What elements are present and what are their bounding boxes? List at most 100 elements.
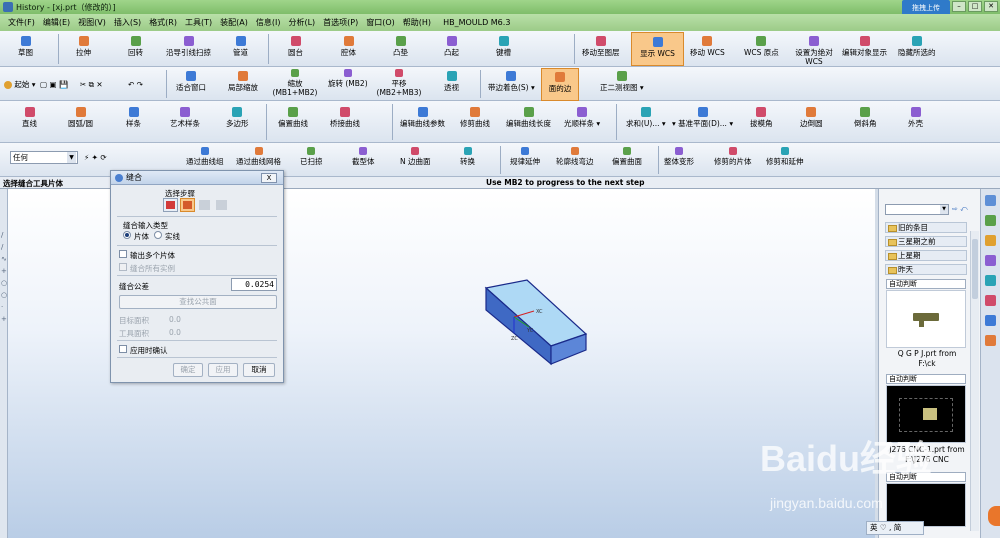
- edit-curve-params-button[interactable]: 编辑曲线参数: [400, 107, 445, 128]
- step-target-sheet-icon[interactable]: [163, 198, 178, 212]
- pad-button[interactable]: 凸垫: [393, 36, 408, 57]
- trimmed-sheet-button[interactable]: 修剪的片体: [714, 147, 752, 166]
- shell-button[interactable]: 外壳: [908, 107, 923, 128]
- step-tool-sheet-icon[interactable]: [180, 198, 195, 212]
- trim-extend-button[interactable]: 修剪和延伸: [766, 147, 804, 166]
- process-studio-icon[interactable]: [985, 335, 996, 346]
- apply-button[interactable]: 应用: [208, 363, 238, 377]
- menu-info[interactable]: 信息(I): [252, 17, 285, 28]
- selection-filter-dropdown[interactable]: 任何 ▼: [10, 151, 78, 164]
- menu-preferences[interactable]: 首选项(P): [319, 17, 362, 28]
- folder-three-weeks-ago[interactable]: 三星期之前: [885, 236, 967, 247]
- convert-button[interactable]: 转换: [460, 147, 475, 166]
- minimize-button[interactable]: –: [952, 1, 966, 12]
- bridge-curve-button[interactable]: 桥接曲线: [330, 107, 360, 128]
- menu-help[interactable]: 帮助(H): [399, 17, 435, 28]
- folder-last-week[interactable]: 上星期: [885, 250, 967, 261]
- spline-button[interactable]: 样条: [126, 107, 141, 128]
- close-button[interactable]: ✕: [984, 1, 998, 12]
- menu-window[interactable]: 窗口(O): [362, 17, 399, 28]
- pan-button[interactable]: 平移 (MB2+MB3): [376, 69, 422, 97]
- history-icon[interactable]: [985, 275, 996, 286]
- menu-file[interactable]: 文件(F): [4, 17, 39, 28]
- through-curves-button[interactable]: 通过曲线组: [186, 147, 224, 166]
- thumb-2-mode[interactable]: 自动判断: [886, 374, 966, 384]
- menu-assembly[interactable]: 装配(A): [216, 17, 252, 28]
- global-shaping-button[interactable]: 整体变形: [664, 147, 694, 166]
- section-body-button[interactable]: 截型体: [352, 147, 375, 166]
- zoom-area-button[interactable]: 局部缩放: [228, 71, 258, 92]
- set-absolute-wcs-button[interactable]: 设置为绝对WCS: [790, 36, 838, 66]
- system-materials-icon[interactable]: [985, 295, 996, 306]
- edit-curve-length-button[interactable]: 编辑曲线长度: [506, 107, 551, 128]
- reuse-library-icon[interactable]: [985, 235, 996, 246]
- studio-spline-button[interactable]: 艺术样条: [170, 107, 200, 128]
- ok-button[interactable]: 确定: [173, 363, 203, 377]
- wcs-origin-button[interactable]: WCS 原点: [744, 36, 779, 57]
- sweep-along-guide-button[interactable]: 沿导引线扫掠: [166, 36, 211, 57]
- radio-solid[interactable]: [154, 231, 162, 239]
- offset-surface-button[interactable]: 偏置曲面: [612, 147, 642, 166]
- assembly-navigator-icon[interactable]: [985, 195, 996, 206]
- zoom-button[interactable]: 缩放 (MB1+MB2): [272, 69, 318, 97]
- clipboard-icons[interactable]: ✂ ⧉ ✕: [80, 80, 103, 89]
- pocket-button[interactable]: 腔体: [341, 36, 356, 57]
- edge-blend-button[interactable]: 边倒圆: [800, 107, 823, 128]
- new-file-icon[interactable]: ▢ ▣ 💾: [40, 80, 68, 89]
- unite-button[interactable]: 求和(U)... ▾: [626, 107, 666, 128]
- show-wcs-button[interactable]: 显示 WCS: [631, 32, 684, 66]
- undo-icon[interactable]: ↶ ↷: [128, 80, 143, 89]
- edit-object-display-button[interactable]: 编辑对象显示: [842, 36, 887, 57]
- radio-sheet[interactable]: [123, 231, 131, 239]
- line-button[interactable]: 直线: [22, 107, 37, 128]
- law-extension-button[interactable]: 规律延伸: [510, 147, 540, 166]
- web-browser-icon[interactable]: [985, 255, 996, 266]
- boss-button[interactable]: 圆台: [288, 36, 303, 57]
- menu-edit[interactable]: 编辑(E): [39, 17, 74, 28]
- output-multiple-sheets-checkbox[interactable]: [119, 250, 127, 258]
- hide-selected-button[interactable]: 隐藏所选的: [898, 36, 936, 57]
- menu-tools[interactable]: 工具(T): [181, 17, 216, 28]
- swept-button[interactable]: 已扫掠: [300, 147, 323, 166]
- ime-toolbar[interactable]: 英 ♡ , 简: [866, 521, 924, 535]
- arc-circle-button[interactable]: 圆弧/圆: [68, 107, 93, 128]
- n-sided-surface-button[interactable]: N 边曲面: [400, 147, 431, 166]
- draft-button[interactable]: 拔模角: [750, 107, 773, 128]
- emboss-button[interactable]: 凸起: [444, 36, 459, 57]
- history-scrollbar[interactable]: [970, 231, 979, 531]
- confirm-on-apply-checkbox[interactable]: [119, 345, 127, 353]
- find-common-faces-button[interactable]: 查找公共面: [119, 295, 277, 309]
- snap-point-icons[interactable]: / / ∿ + ○ ○ · +: [1, 229, 7, 325]
- slot-button[interactable]: 键槽: [496, 36, 511, 57]
- start-menu-button[interactable]: 起始 ▾: [4, 80, 36, 89]
- through-curve-mesh-button[interactable]: 通过曲线网格: [236, 147, 281, 166]
- cancel-button[interactable]: 取消: [243, 363, 275, 377]
- menu-hb-mould[interactable]: HB_MOULD M6.3: [443, 18, 510, 27]
- sketch-button[interactable]: 草图: [18, 36, 33, 57]
- roles-icon[interactable]: [985, 315, 996, 326]
- move-to-layer-button[interactable]: 移动至图层: [582, 36, 620, 57]
- sheet-body-model[interactable]: [484, 279, 588, 366]
- perspective-button[interactable]: 透视: [444, 71, 459, 92]
- dialog-close-button[interactable]: X: [261, 173, 277, 183]
- floating-orange-tab[interactable]: [988, 506, 1000, 526]
- part-navigator-icon[interactable]: [985, 215, 996, 226]
- tolerance-input[interactable]: 0.0254: [231, 278, 277, 291]
- trimetric-view-button[interactable]: 正二测视图 ▾: [600, 71, 644, 92]
- fit-window-button[interactable]: 适合窗口: [176, 71, 206, 92]
- face-edges-button[interactable]: 面的边: [541, 68, 579, 101]
- folder-old-entries[interactable]: 旧的条目: [885, 222, 967, 233]
- menu-format[interactable]: 格式(R): [145, 17, 181, 28]
- thumb-1-mode[interactable]: 自动判断: [886, 279, 966, 289]
- maximize-button[interactable]: □: [968, 1, 982, 12]
- revolve-button[interactable]: 回转: [128, 36, 143, 57]
- trim-curve-button[interactable]: 修剪曲线: [460, 107, 490, 128]
- thumb-1-image[interactable]: [886, 290, 966, 348]
- sew-all-instances-checkbox[interactable]: [119, 263, 127, 271]
- extrude-button[interactable]: 拉伸: [76, 36, 91, 57]
- menu-view[interactable]: 视图(V): [74, 17, 110, 28]
- move-wcs-button[interactable]: 移动 WCS: [690, 36, 725, 57]
- rotate-button[interactable]: 旋转 (MB2): [328, 69, 368, 88]
- smooth-spline-button[interactable]: 光顺样条 ▾: [564, 107, 600, 128]
- history-nav-icons[interactable]: ⇨ ⤺: [952, 205, 968, 214]
